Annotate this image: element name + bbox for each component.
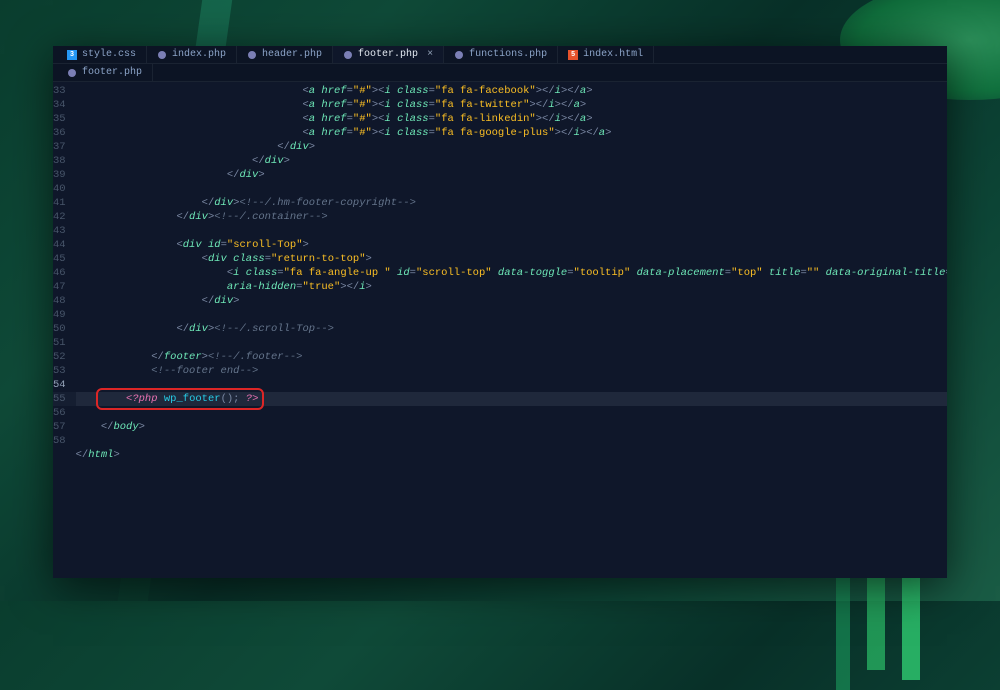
code-line: <a href="#"><i class="fa fa-twitter"></i… xyxy=(76,98,947,112)
tab-label: index.html xyxy=(583,49,643,60)
code-line: </div> xyxy=(76,168,947,182)
code-line xyxy=(76,434,947,448)
code-line xyxy=(76,182,947,196)
tab-label: index.php xyxy=(172,49,226,60)
code-line: <a href="#"><i class="fa fa-facebook"></… xyxy=(76,84,947,98)
tab-footer-php[interactable]: footer.php xyxy=(57,64,153,81)
close-icon[interactable]: × xyxy=(427,49,433,60)
line-number: 47 xyxy=(53,280,66,294)
code-line-wrap: aria-hidden="true"></i> xyxy=(76,280,947,294)
php-file-icon xyxy=(157,50,167,60)
php-file-icon xyxy=(454,50,464,60)
code-line: <!--footer end--> xyxy=(76,364,947,378)
line-number: 45 xyxy=(53,252,66,266)
tab-label: footer.php xyxy=(82,67,142,78)
code-line xyxy=(76,336,947,350)
tab-label: style.css xyxy=(82,49,136,60)
code-line xyxy=(76,308,947,322)
code-editor: 3 style.css index.php header.php footer.php ×… xyxy=(53,46,947,578)
line-number: 51 xyxy=(53,336,66,350)
line-number: 40 xyxy=(53,182,66,196)
code-line: <div class="return-to-top"> xyxy=(76,252,947,266)
code-line: </div><!--/.container--> xyxy=(76,210,947,224)
line-number: 43 xyxy=(53,224,66,238)
code-line xyxy=(76,406,947,420)
line-number: 41 xyxy=(53,196,66,210)
line-number: 37 xyxy=(53,140,66,154)
line-number: 33 xyxy=(53,84,66,98)
tab-label: header.php xyxy=(262,49,322,60)
tab-label: functions.php xyxy=(469,49,547,60)
tab-index-php[interactable]: index.php xyxy=(147,46,237,63)
line-number: 46 xyxy=(53,266,66,280)
php-file-icon xyxy=(67,68,77,78)
line-number: 34 xyxy=(53,98,66,112)
css-file-icon: 3 xyxy=(67,50,77,60)
code-line: </body> xyxy=(76,420,947,434)
code-area[interactable]: 3334353637383940414243444546474849505152… xyxy=(53,82,947,578)
line-number: 38 xyxy=(53,154,66,168)
tab-footer-php[interactable]: footer.php × xyxy=(333,46,444,63)
php-file-icon xyxy=(247,50,257,60)
line-number: 35 xyxy=(53,112,66,126)
code-line: </footer><!--/.footer--> xyxy=(76,350,947,364)
line-number-gutter: 3334353637383940414243444546474849505152… xyxy=(53,82,72,578)
line-number: 54 xyxy=(53,378,66,392)
code-line: <a href="#"><i class="fa fa-google-plus"… xyxy=(76,126,947,140)
php-file-icon xyxy=(343,50,353,60)
tab-label: footer.php xyxy=(358,49,418,60)
code-content[interactable]: <a href="#"><i class="fa fa-facebook"></… xyxy=(72,82,947,578)
code-line: </div><!--/.scroll-Top--> xyxy=(76,322,947,336)
code-line: </div> xyxy=(76,294,947,308)
line-number: 39 xyxy=(53,168,66,182)
line-number: 36 xyxy=(53,126,66,140)
code-line: </div> xyxy=(76,140,947,154)
code-line: <a href="#"><i class="fa fa-linkedin"></… xyxy=(76,112,947,126)
code-line xyxy=(76,224,947,238)
line-number: 56 xyxy=(53,406,66,420)
tab-bar-top: 3 style.css index.php header.php footer.php ×… xyxy=(53,46,947,64)
tab-header-php[interactable]: header.php xyxy=(237,46,333,63)
tab-functions-php[interactable]: functions.php xyxy=(444,46,558,63)
line-number: 44 xyxy=(53,238,66,252)
line-number: 52 xyxy=(53,350,66,364)
line-number: 58 xyxy=(53,434,66,448)
tab-index-html[interactable]: 5 index.html xyxy=(558,46,654,63)
tab-bar-second: footer.php xyxy=(53,64,947,82)
code-line: <div id="scroll-Top"> xyxy=(76,238,947,252)
code-line: <i class="fa fa-angle-up " id="scroll-to… xyxy=(76,266,947,280)
html-file-icon: 5 xyxy=(568,50,578,60)
line-number: 42 xyxy=(53,210,66,224)
code-line: </html> xyxy=(76,448,947,462)
line-number: 49 xyxy=(53,308,66,322)
tab-style-css[interactable]: 3 style.css xyxy=(57,46,147,63)
code-line: </div><!--/.hm-footer-copyright--> xyxy=(76,196,947,210)
code-line: </div> xyxy=(76,154,947,168)
line-number: 57 xyxy=(53,420,66,434)
code-line xyxy=(76,378,947,392)
line-number: 50 xyxy=(53,322,66,336)
line-number: 48 xyxy=(53,294,66,308)
line-number: 53 xyxy=(53,364,66,378)
